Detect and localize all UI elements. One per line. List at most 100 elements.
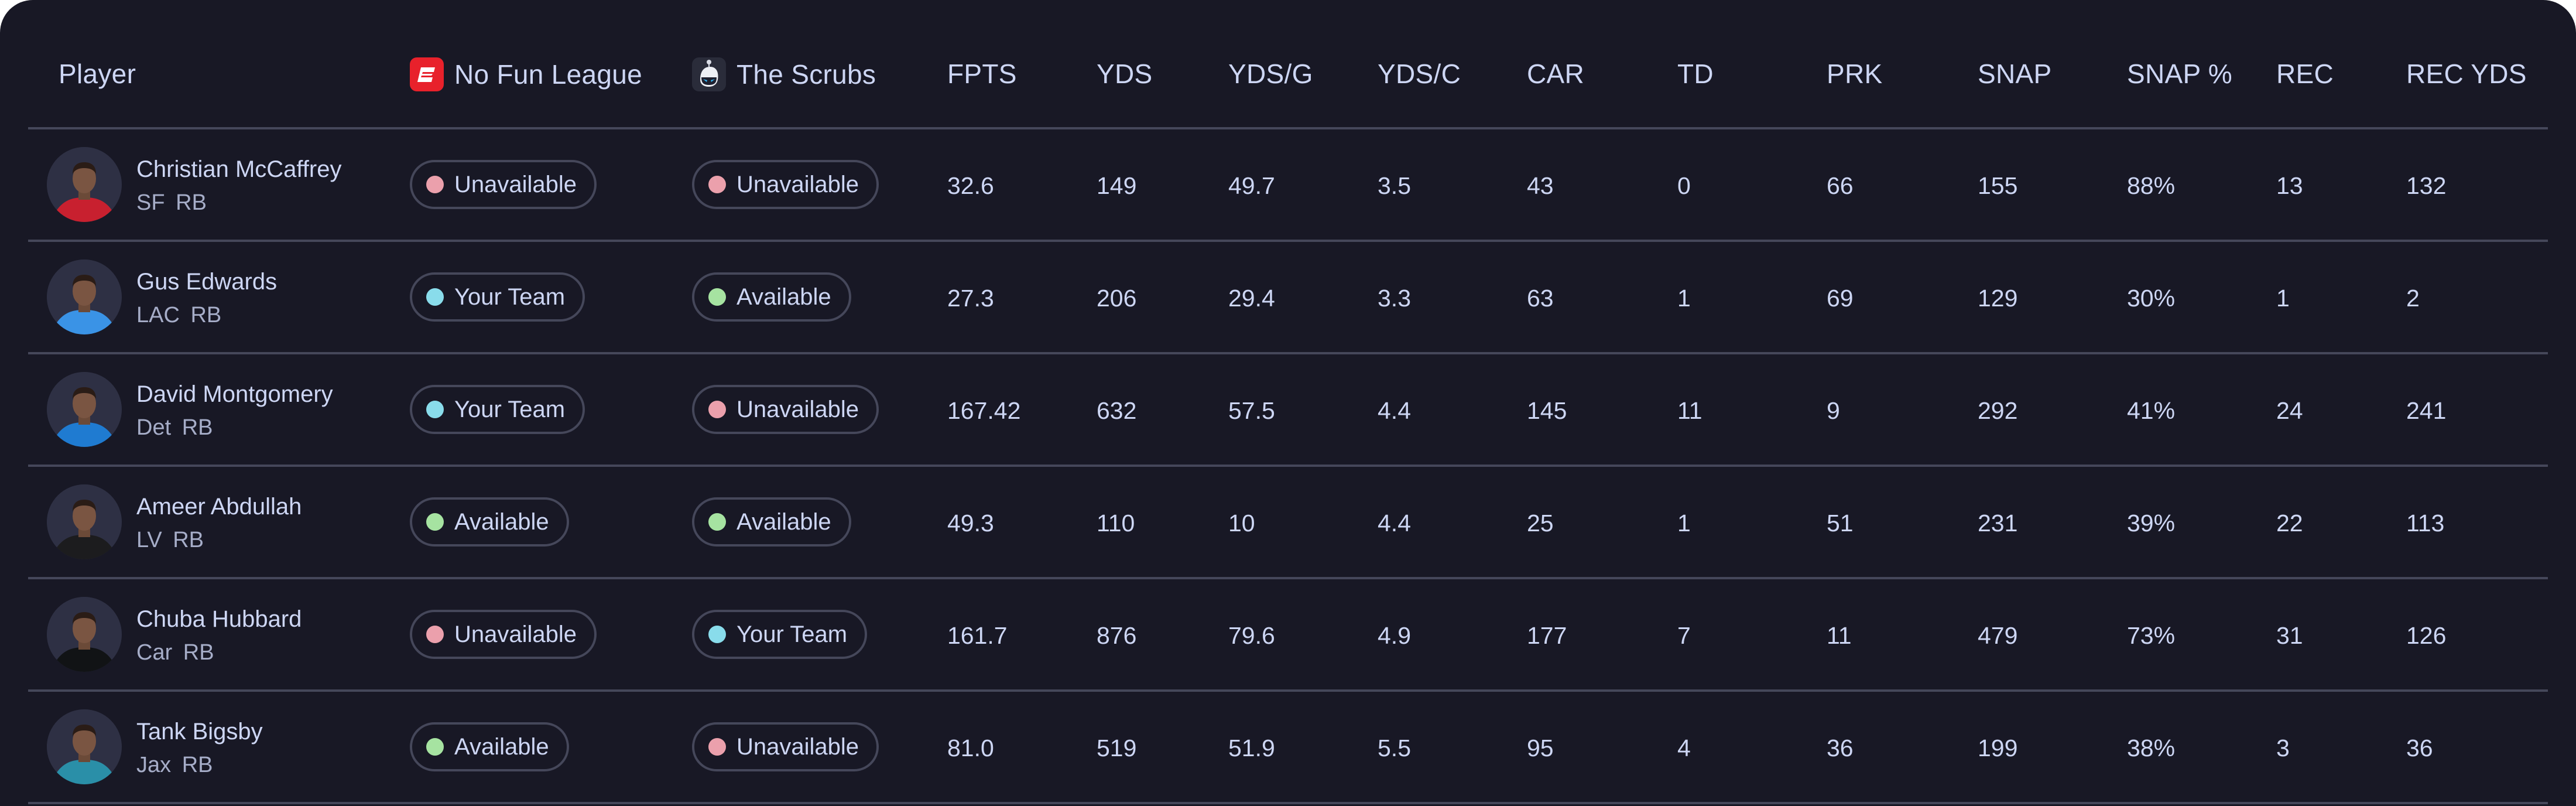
- player-name[interactable]: David Montgomery: [136, 379, 333, 409]
- player-team-position: LV RB: [136, 525, 204, 555]
- league-status-badge-no-fun-league[interactable]: Available: [410, 497, 569, 547]
- stat-fpts: 161.7: [947, 622, 1008, 649]
- table-row[interactable]: Gus Edwards LAC RB Your Team Available 2…: [28, 242, 2548, 354]
- stat-car: 25: [1527, 510, 1554, 537]
- status-label: Your Team: [454, 284, 566, 310]
- league-status-badge-the-scrubs[interactable]: Unavailable: [692, 722, 879, 771]
- column-header-car[interactable]: CAR: [1527, 57, 1584, 90]
- column-header-league-the-scrubs[interactable]: The Scrubs: [692, 57, 876, 91]
- stat-snap-pct: 38%: [2127, 735, 2176, 761]
- table-row[interactable]: Chuba Hubbard Car RB Unavailable Your Te…: [28, 579, 2548, 692]
- league-status-badge-the-scrubs[interactable]: Unavailable: [692, 160, 879, 209]
- status-label: Available: [454, 508, 549, 535]
- player-team-position: Det RB: [136, 413, 213, 442]
- stat-yds-per-carry: 3.5: [1378, 172, 1411, 199]
- column-header-league-no-fun-league[interactable]: No Fun League: [410, 57, 642, 91]
- column-header-fpts[interactable]: FPTS: [947, 57, 1017, 90]
- status-label: Unavailable: [737, 171, 859, 197]
- stat-fpts: 167.42: [947, 397, 1021, 424]
- status-dot-icon: [708, 176, 726, 193]
- player-team: LAC: [136, 303, 180, 327]
- league-name: The Scrubs: [737, 59, 876, 90]
- player-position: RB: [181, 753, 213, 777]
- player-position: RB: [176, 190, 207, 215]
- league-status-badge-no-fun-league[interactable]: Your Team: [410, 272, 585, 322]
- status-dot-icon: [708, 626, 726, 643]
- league-status-badge-no-fun-league[interactable]: Your Team: [410, 385, 585, 434]
- column-header-rec[interactable]: REC: [2276, 57, 2334, 90]
- table-row[interactable]: David Montgomery Det RB Your Team Unavai…: [28, 354, 2548, 467]
- player-name[interactable]: Ameer Abdullah: [136, 491, 302, 522]
- player-name[interactable]: Tank Bigsby: [136, 716, 263, 747]
- player-photo: [47, 709, 122, 784]
- status-dot-icon: [426, 176, 444, 193]
- league-status-badge-the-scrubs[interactable]: Available: [692, 497, 851, 547]
- column-header-snap-pct[interactable]: SNAP %: [2127, 57, 2232, 90]
- stat-car: 63: [1527, 285, 1554, 312]
- player-avatar: [47, 597, 122, 672]
- status-dot-icon: [426, 288, 444, 306]
- stat-rec: 1: [2276, 285, 2290, 312]
- stat-rec-yds: 132: [2406, 172, 2447, 199]
- status-label: Available: [454, 733, 549, 760]
- player-avatar: [47, 372, 122, 447]
- column-header-player[interactable]: Player: [59, 57, 136, 90]
- column-header-yds[interactable]: YDS: [1097, 57, 1152, 90]
- player-avatar: [47, 709, 122, 784]
- player-name[interactable]: Gus Edwards: [136, 267, 277, 297]
- column-header-td[interactable]: TD: [1677, 57, 1714, 90]
- league-status-badge-the-scrubs[interactable]: Unavailable: [692, 385, 879, 434]
- league-status-badge-the-scrubs[interactable]: Your Team: [692, 610, 868, 659]
- stat-td: 0: [1677, 172, 1691, 199]
- espn-logo-icon: [410, 57, 444, 91]
- status-label: Unavailable: [454, 171, 577, 197]
- column-header-prk[interactable]: PRK: [1827, 57, 1882, 90]
- stat-snap-pct: 73%: [2127, 622, 2176, 649]
- table-row[interactable]: Ameer Abdullah LV RB Available Available…: [28, 467, 2548, 579]
- stat-prk: 69: [1827, 285, 1854, 312]
- league-status-badge-no-fun-league[interactable]: Unavailable: [410, 160, 597, 209]
- stat-yds-per-game: 79.6: [1228, 622, 1275, 649]
- status-label: Unavailable: [737, 733, 859, 760]
- league-status-badge-the-scrubs[interactable]: Available: [692, 272, 851, 322]
- robot-logo-icon: [692, 57, 726, 91]
- player-team-position: Jax RB: [136, 750, 213, 780]
- stat-snap-pct: 30%: [2127, 285, 2176, 312]
- player-name[interactable]: Chuba Hubbard: [136, 604, 302, 634]
- column-header-rec-yds[interactable]: REC YDS: [2406, 57, 2527, 90]
- stat-yds: 110: [1097, 510, 1135, 537]
- league-name: No Fun League: [454, 59, 643, 90]
- stat-snap: 155: [1978, 172, 2018, 199]
- stat-rec-yds: 126: [2406, 622, 2447, 649]
- column-header-yds-per-game[interactable]: YDS/G: [1228, 57, 1313, 90]
- stat-yds: 876: [1097, 622, 1137, 649]
- stat-td: 1: [1677, 510, 1691, 537]
- status-dot-icon: [708, 738, 726, 756]
- stat-yds-per-carry: 4.4: [1378, 397, 1411, 424]
- player-photo: [47, 484, 122, 559]
- stat-car: 145: [1527, 397, 1567, 424]
- status-label: Available: [737, 508, 831, 535]
- player-team-position: Car RB: [136, 638, 214, 667]
- stat-yds-per-carry: 4.4: [1378, 510, 1411, 537]
- stat-rec: 24: [2276, 397, 2303, 424]
- column-header-snap[interactable]: SNAP: [1978, 57, 2051, 90]
- stat-yds-per-carry: 3.3: [1378, 285, 1411, 312]
- table-row[interactable]: Christian McCaffrey SF RB Unavailable Un…: [28, 129, 2548, 242]
- status-dot-icon: [426, 738, 444, 756]
- player-photo: [47, 259, 122, 334]
- table-row[interactable]: Tank Bigsby Jax RB Available Unavailable…: [28, 692, 2548, 804]
- stat-snap: 231: [1978, 510, 2018, 537]
- stat-yds-per-game: 51.9: [1228, 735, 1275, 761]
- column-header-yds-per-carry[interactable]: YDS/C: [1378, 57, 1461, 90]
- status-dot-icon: [708, 401, 726, 418]
- stat-td: 4: [1677, 735, 1691, 761]
- league-status-badge-no-fun-league[interactable]: Available: [410, 722, 569, 771]
- league-status-badge-no-fun-league[interactable]: Unavailable: [410, 610, 597, 659]
- stat-yds-per-carry: 5.5: [1378, 735, 1411, 761]
- player-name[interactable]: Christian McCaffrey: [136, 154, 341, 185]
- status-label: Your Team: [737, 621, 848, 647]
- player-team-position: SF RB: [136, 188, 207, 217]
- stat-rec: 3: [2276, 735, 2290, 761]
- stat-prk: 9: [1827, 397, 1840, 424]
